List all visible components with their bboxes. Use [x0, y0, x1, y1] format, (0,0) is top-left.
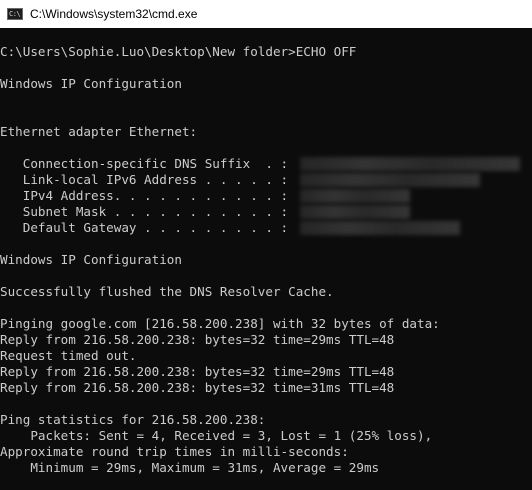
redacted-value	[299, 221, 460, 235]
console-line: Packets: Sent = 4, Received = 3, Lost = …	[0, 428, 532, 444]
cmd-icon-glyph: C:\	[9, 9, 21, 18]
console-line: Ping statistics for 216.58.200.238:	[0, 412, 532, 428]
console-line: Connection-specific DNS Suffix . :	[0, 156, 532, 172]
console-line: Link-local IPv6 Address . . . . . :	[0, 172, 532, 188]
console-line-text: Windows IP Configuration	[0, 252, 182, 267]
console-line-text: Connection-specific DNS Suffix . :	[0, 156, 296, 171]
console-line: Request timed out.	[0, 348, 532, 364]
console-line-text: Approximate round trip times in milli-se…	[0, 444, 349, 459]
cmd-icon: C:\	[7, 8, 23, 20]
console-line-text: C:\Users\Sophie.Luo\Desktop\New folder>E…	[0, 44, 357, 59]
redacted-value	[299, 189, 410, 203]
console-line-text: Request timed out.	[0, 348, 137, 363]
redacted-value	[299, 173, 480, 187]
console-line: Reply from 216.58.200.238: bytes=32 time…	[0, 364, 532, 380]
console-line: Reply from 216.58.200.238: bytes=32 time…	[0, 380, 532, 396]
console-line-text: Reply from 216.58.200.238: bytes=32 time…	[0, 332, 395, 347]
console-line: Approximate round trip times in milli-se…	[0, 444, 532, 460]
console-line: Ethernet adapter Ethernet:	[0, 124, 532, 140]
console-line-text: Packets: Sent = 4, Received = 3, Lost = …	[0, 428, 433, 443]
console-line-text: Link-local IPv6 Address . . . . . :	[0, 172, 296, 187]
console-line-text: IPv4 Address. . . . . . . . . . . :	[0, 188, 296, 203]
console-line: Reply from 216.58.200.238: bytes=32 time…	[0, 332, 532, 348]
console-line-text: Reply from 216.58.200.238: bytes=32 time…	[0, 364, 395, 379]
window-title: C:\Windows\system32\cmd.exe	[30, 7, 198, 21]
console-line: C:\Users\Sophie.Luo\Desktop\New folder>E…	[0, 44, 532, 60]
console-line-text: Windows IP Configuration	[0, 76, 182, 91]
console-line-text: Reply from 216.58.200.238: bytes=32 time…	[0, 380, 395, 395]
redacted-value	[299, 157, 520, 171]
console-line: Default Gateway . . . . . . . . . :	[0, 220, 532, 236]
console-line-text: Ping statistics for 216.58.200.238:	[0, 412, 266, 427]
console-line-text: Ethernet adapter Ethernet:	[0, 124, 198, 139]
console-line: IPv4 Address. . . . . . . . . . . :	[0, 188, 532, 204]
console-line-text: Pinging google.com [216.58.200.238] with…	[0, 316, 440, 331]
console-line-text: Successfully flushed the DNS Resolver Ca…	[0, 284, 334, 299]
console-line: Successfully flushed the DNS Resolver Ca…	[0, 284, 532, 300]
redacted-value	[299, 205, 410, 219]
console-output[interactable]: C:\Users\Sophie.Luo\Desktop\New folder>E…	[0, 28, 532, 490]
console-line: Pinging google.com [216.58.200.238] with…	[0, 316, 532, 332]
console-line: Windows IP Configuration	[0, 76, 532, 92]
console-line-text: Default Gateway . . . . . . . . . :	[0, 220, 296, 235]
title-bar[interactable]: C:\ C:\Windows\system32\cmd.exe	[0, 0, 532, 28]
console-line: Subnet Mask . . . . . . . . . . . :	[0, 204, 532, 220]
console-line: Minimum = 29ms, Maximum = 31ms, Average …	[0, 460, 532, 476]
console-line-text: Subnet Mask . . . . . . . . . . . :	[0, 204, 296, 219]
console-line: Windows IP Configuration	[0, 252, 532, 268]
console-line-text: Minimum = 29ms, Maximum = 31ms, Average …	[0, 460, 380, 475]
